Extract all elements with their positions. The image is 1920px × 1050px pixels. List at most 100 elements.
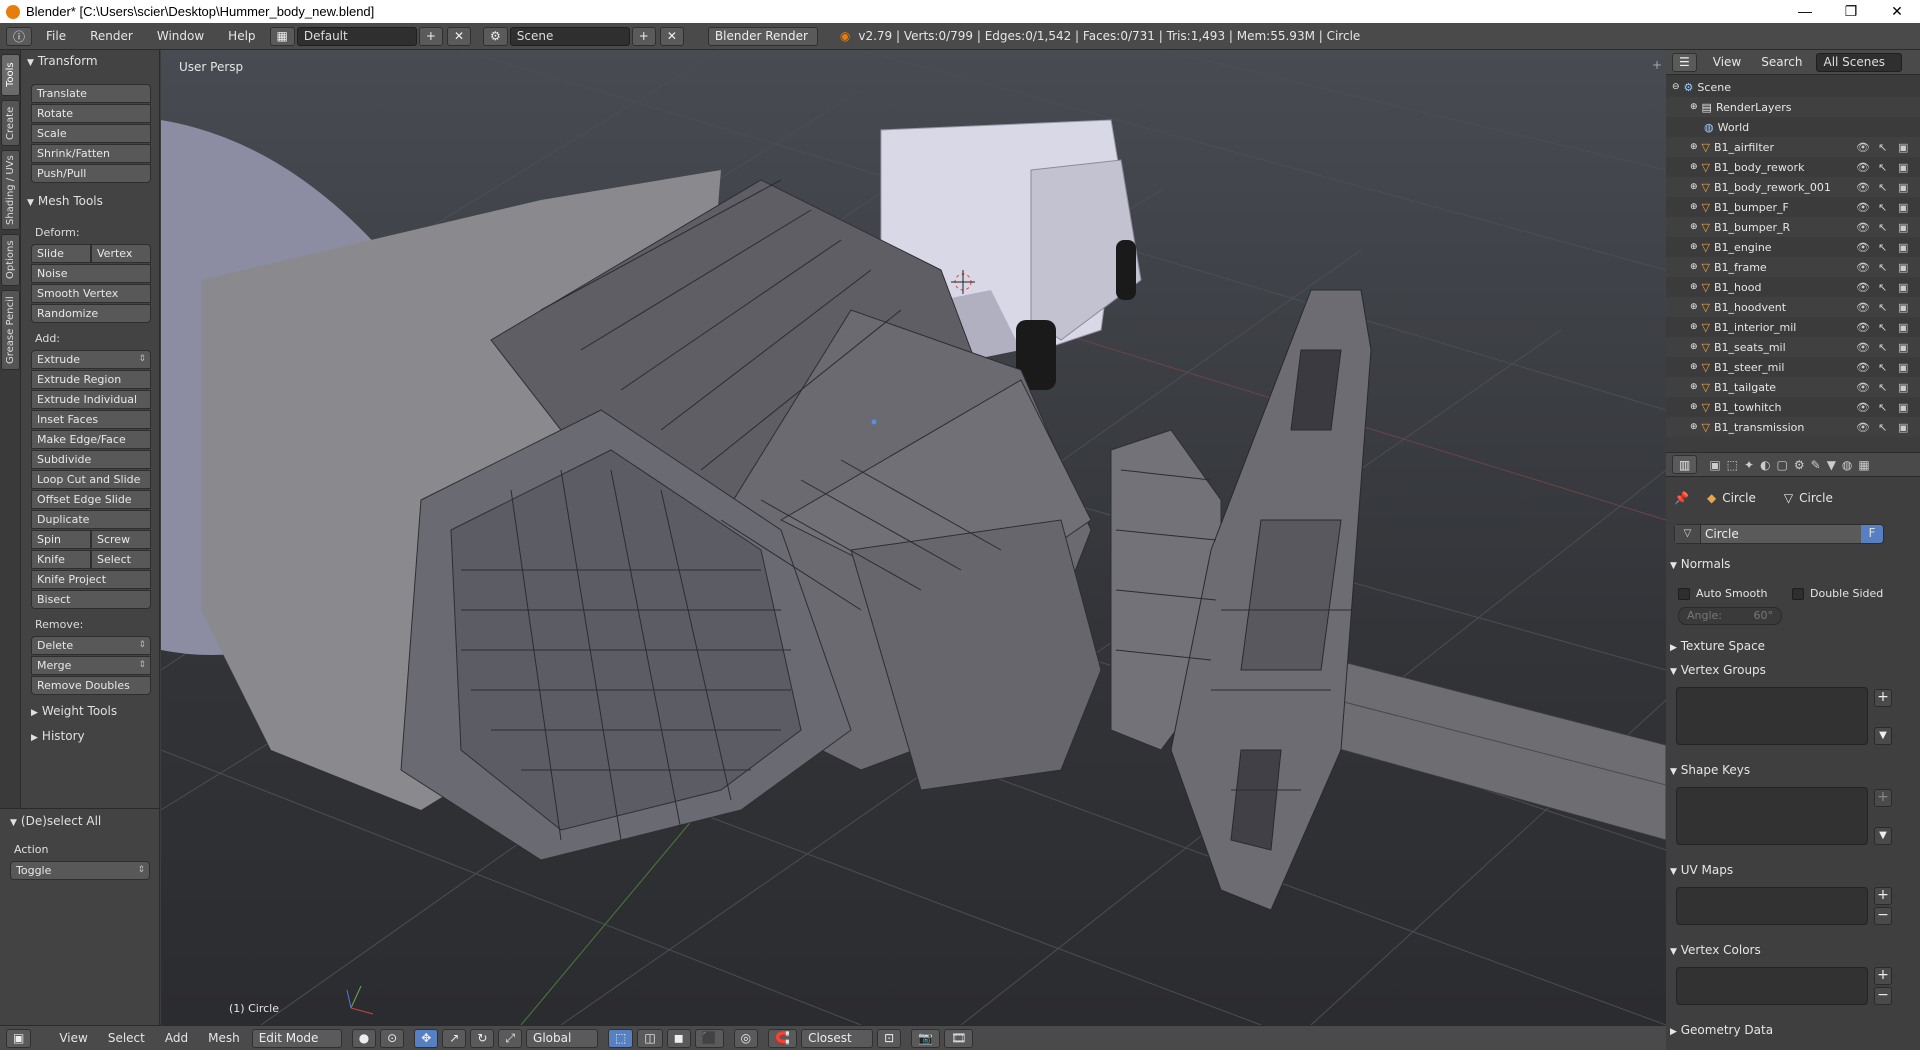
- vertex-select-icon[interactable]: ⬚: [608, 1028, 634, 1048]
- slide-edge-button[interactable]: Slide Edge: [31, 244, 91, 277]
- expand-icon[interactable]: ⊕: [1690, 402, 1698, 412]
- fake-user-button[interactable]: F: [1861, 525, 1883, 543]
- vertex-colors-list[interactable]: [1676, 967, 1868, 1005]
- knife-select-button[interactable]: Select: [91, 550, 151, 569]
- selectability-cursor-icon[interactable]: ↖: [1878, 221, 1887, 234]
- visibility-eye-icon[interactable]: 👁: [1856, 401, 1870, 414]
- occlude-geometry-icon[interactable]: ⬛: [694, 1028, 724, 1048]
- shape-keys-panel-header[interactable]: ▼ Shape Keys: [1670, 763, 1914, 777]
- visibility-eye-icon[interactable]: 👁: [1856, 141, 1870, 154]
- selectability-cursor-icon[interactable]: ↖: [1878, 201, 1887, 214]
- properties-context-tabs[interactable]: ▣⬚✦◐▢⚙✎▼◍▦: [1709, 458, 1875, 472]
- loop-cut-slide-button[interactable]: Loop Cut and Slide: [31, 470, 151, 489]
- context-mesh-name[interactable]: Circle: [1799, 491, 1833, 505]
- expand-icon[interactable]: ⊕: [1690, 182, 1698, 192]
- layout-add-button[interactable]: +: [418, 26, 443, 46]
- object-name[interactable]: B1_steer_mil: [1714, 361, 1784, 374]
- expand-icon[interactable]: ⊕: [1690, 102, 1698, 112]
- selectability-cursor-icon[interactable]: ↖: [1878, 281, 1887, 294]
- action-select[interactable]: Toggle: [10, 861, 150, 880]
- expand-icon[interactable]: ⊕: [1690, 382, 1698, 392]
- viewport-shading-icon[interactable]: ●: [351, 1028, 377, 1048]
- geometry-data-panel-header[interactable]: ▶ Geometry Data: [1670, 1023, 1914, 1037]
- expand-icon[interactable]: ⊖: [1672, 82, 1680, 92]
- visibility-eye-icon[interactable]: 👁: [1856, 421, 1870, 434]
- object-name[interactable]: B1_towhitch: [1714, 401, 1781, 414]
- close-button[interactable]: ✕: [1874, 0, 1920, 23]
- delete-menu[interactable]: Delete: [31, 636, 151, 655]
- tab-tools[interactable]: Tools: [1, 54, 20, 96]
- scene-icon[interactable]: ⚙: [483, 26, 508, 46]
- snap-align-icon[interactable]: ⊡: [877, 1028, 902, 1048]
- selectability-cursor-icon[interactable]: ↖: [1878, 261, 1887, 274]
- uv-map-add-button[interactable]: +: [1874, 887, 1892, 905]
- offset-edge-slide-button[interactable]: Offset Edge Slide: [31, 490, 151, 509]
- tab-options[interactable]: Options: [1, 234, 20, 286]
- menu-select[interactable]: Select: [98, 1031, 155, 1045]
- shape-key-specials-button[interactable]: ▼: [1874, 827, 1892, 845]
- outliner-object-row[interactable]: ⊕ ▽ B1_transmission 👁 ↖ ▣: [1666, 417, 1920, 437]
- vertex-groups-panel-header[interactable]: ▼ Vertex Groups: [1670, 663, 1914, 677]
- renderability-camera-icon[interactable]: ▣: [1898, 201, 1908, 214]
- outliner-object-row[interactable]: ⊕ ▽ B1_body_rework 👁 ↖ ▣: [1666, 157, 1920, 177]
- visibility-eye-icon[interactable]: 👁: [1856, 181, 1870, 194]
- remove-doubles-button[interactable]: Remove Doubles: [31, 676, 151, 695]
- visibility-eye-icon[interactable]: 👁: [1856, 261, 1870, 274]
- object-name[interactable]: B1_tailgate: [1714, 381, 1776, 394]
- selectability-cursor-icon[interactable]: ↖: [1878, 241, 1887, 254]
- renderability-camera-icon[interactable]: ▣: [1898, 181, 1908, 194]
- scene-add-button[interactable]: +: [631, 26, 656, 46]
- selectability-cursor-icon[interactable]: ↖: [1878, 401, 1887, 414]
- opengl-anim-icon[interactable]: 🎞: [944, 1028, 974, 1048]
- outliner-menu-search[interactable]: Search: [1761, 55, 1802, 69]
- object-name[interactable]: B1_body_rework_001: [1714, 181, 1831, 194]
- noise-button[interactable]: Noise: [31, 264, 151, 283]
- outliner-filter-select[interactable]: All Scenes: [1816, 52, 1903, 72]
- renderability-camera-icon[interactable]: ▣: [1898, 341, 1908, 354]
- outliner-object-row[interactable]: ⊕ ▽ B1_hood 👁 ↖ ▣: [1666, 277, 1920, 297]
- object-name[interactable]: B1_hoodvent: [1714, 301, 1786, 314]
- renderability-camera-icon[interactable]: ▣: [1898, 241, 1908, 254]
- snap-toggle-icon[interactable]: 🧲: [768, 1028, 798, 1048]
- mesh-browse-icon[interactable]: ▽: [1675, 525, 1701, 543]
- translate-manipulator-icon[interactable]: ↗: [442, 1028, 467, 1048]
- outliner-object-row[interactable]: ⊕ ▽ B1_steer_mil 👁 ↖ ▣: [1666, 357, 1920, 377]
- outliner-object-row[interactable]: ⊕ ▽ B1_seats_mil 👁 ↖ ▣: [1666, 337, 1920, 357]
- selectability-cursor-icon[interactable]: ↖: [1878, 301, 1887, 314]
- duplicate-button[interactable]: Duplicate: [31, 510, 151, 529]
- expand-icon[interactable]: ⊕: [1690, 302, 1698, 312]
- object-name[interactable]: B1_frame: [1714, 261, 1767, 274]
- expand-icon[interactable]: ⊕: [1690, 322, 1698, 332]
- outliner-object-row[interactable]: ⊕ ▽ B1_bumper_R 👁 ↖ ▣: [1666, 217, 1920, 237]
- expand-icon[interactable]: ⊕: [1690, 422, 1698, 432]
- manipulator-toggle-icon[interactable]: ✥: [414, 1028, 439, 1048]
- transform-panel-header[interactable]: ▼ Transform: [27, 54, 98, 68]
- editor-type-properties-icon[interactable]: ▥: [1672, 455, 1698, 474]
- editor-type-outliner-icon[interactable]: ☰: [1672, 52, 1697, 72]
- renderability-camera-icon[interactable]: ▣: [1898, 301, 1908, 314]
- extrude-menu[interactable]: Extrude: [31, 350, 151, 369]
- tab-create[interactable]: Create: [1, 100, 20, 146]
- menu-mesh[interactable]: Mesh: [198, 1031, 250, 1045]
- weight-tools-panel-header[interactable]: ▶ Weight Tools: [31, 704, 117, 718]
- screw-button[interactable]: Screw: [91, 530, 151, 549]
- vertex-color-remove-button[interactable]: −: [1874, 987, 1892, 1005]
- edge-select-icon[interactable]: ◫: [637, 1028, 663, 1048]
- vertex-group-add-button[interactable]: +: [1874, 689, 1892, 707]
- editor-type-info-icon[interactable]: ⓘ: [6, 26, 33, 46]
- expand-icon[interactable]: ⊕: [1690, 262, 1698, 272]
- vertex-colors-panel-header[interactable]: ▼ Vertex Colors: [1670, 943, 1914, 957]
- minimize-button[interactable]: —: [1782, 0, 1828, 23]
- selectability-cursor-icon[interactable]: ↖: [1878, 421, 1887, 434]
- history-panel-header[interactable]: ▶ History: [31, 729, 85, 743]
- menu-render[interactable]: Render: [78, 29, 145, 43]
- selectability-cursor-icon[interactable]: ↖: [1878, 161, 1887, 174]
- inset-faces-button[interactable]: Inset Faces: [31, 410, 151, 429]
- pivot-point-icon[interactable]: ⊙: [380, 1028, 405, 1048]
- knife-project-button[interactable]: Knife Project: [31, 570, 151, 589]
- wheel-disc-mesh[interactable]: [1170, 289, 1372, 911]
- viewport-expand-icon[interactable]: +: [1652, 58, 1662, 72]
- opengl-render-icon[interactable]: 📷: [911, 1028, 941, 1048]
- visibility-eye-icon[interactable]: 👁: [1856, 381, 1870, 394]
- render-engine-select[interactable]: Blender Render: [707, 26, 818, 46]
